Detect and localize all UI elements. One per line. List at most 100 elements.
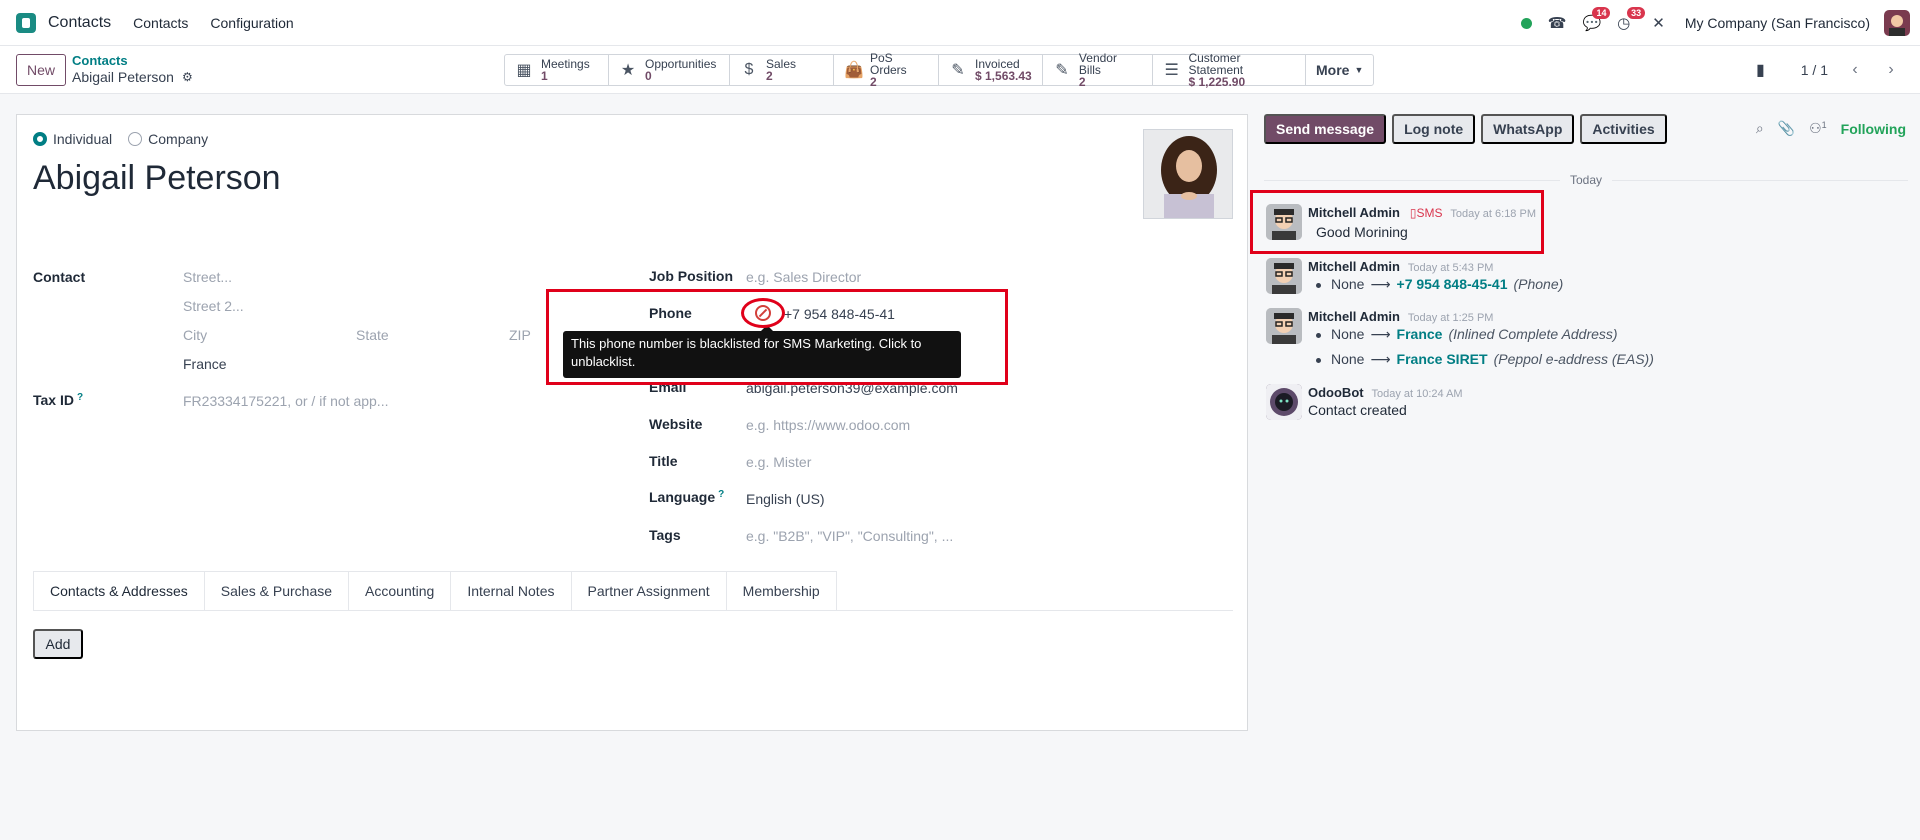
new-value: France SIRET — [1396, 351, 1488, 367]
field-name: (Peppol e-address (EAS)) — [1493, 351, 1654, 367]
top-navbar: Contacts Contacts Configuration ☎ 💬 14 ◷ 3… — [0, 0, 1920, 46]
phone-icon[interactable]: ☎ — [1548, 14, 1567, 32]
radio-company-label[interactable]: Company — [148, 131, 208, 147]
user-avatar[interactable] — [1884, 10, 1910, 36]
tab-partner-assignment[interactable]: Partner Assignment — [571, 571, 727, 611]
message-time: Today at 1:25 PM — [1407, 312, 1494, 324]
following-button[interactable]: Following — [1841, 121, 1906, 137]
chat-badge: 14 — [1592, 7, 1611, 19]
bookmark-icon[interactable]: ▮ — [1756, 60, 1765, 80]
pager-value[interactable]: 1 / 1 — [1801, 62, 1828, 78]
radio-company[interactable] — [128, 132, 143, 146]
pager-prev-icon[interactable]: ‹ — [1846, 61, 1864, 79]
help-icon[interactable]: ? — [77, 392, 83, 403]
tab-divider — [33, 610, 1233, 611]
arrow-right-icon: ⟶ — [1370, 276, 1391, 292]
radio-individual[interactable] — [33, 132, 47, 146]
language-input[interactable]: English (US) — [746, 491, 825, 507]
old-value: None — [1331, 351, 1365, 367]
old-value: None — [1331, 326, 1365, 342]
user-icon: ⚇ — [1809, 120, 1822, 136]
whatsapp-button[interactable]: WhatsApp — [1481, 114, 1575, 144]
website-input[interactable]: e.g. https://www.odoo.com — [746, 417, 910, 433]
message-author[interactable]: Mitchell Admin — [1308, 259, 1400, 274]
message-body: Contact created — [1308, 402, 1407, 418]
activities-button[interactable]: Activities — [1580, 114, 1667, 144]
radio-individual-label[interactable]: Individual — [53, 131, 112, 147]
language-label-text: Language — [649, 489, 716, 505]
city-input[interactable]: City — [183, 327, 207, 343]
tracking-value: None ⟶ +7 954 848-45-41 (Phone) — [1316, 276, 1563, 293]
zip-input[interactable]: ZIP — [509, 327, 531, 343]
contacts-app-icon[interactable] — [16, 12, 36, 33]
author-avatar[interactable] — [1266, 258, 1302, 294]
app-name[interactable]: Contacts — [48, 14, 111, 32]
job-position-input[interactable]: e.g. Sales Director — [746, 269, 861, 285]
stat-label: Customer Statement — [1188, 51, 1244, 77]
stat-customer-statement[interactable]: ☰ Customer Statement $ 1,225.90 — [1153, 51, 1306, 88]
chat-bubble-icon[interactable]: 💬 14 — [1582, 7, 1611, 32]
tracking-value: None ⟶ France (Inlined Complete Address) — [1316, 326, 1618, 343]
gear-icon[interactable]: ⚙ — [182, 68, 193, 86]
tab-membership[interactable]: Membership — [726, 571, 837, 611]
partner-name-field[interactable]: Abigail Peterson — [33, 159, 281, 198]
clock-activity-icon[interactable]: ◷ 33 — [1617, 7, 1646, 32]
tab-sales-purchase[interactable]: Sales & Purchase — [204, 571, 350, 611]
company-type-radio: Individual Company — [33, 131, 218, 147]
new-value: France — [1396, 326, 1443, 342]
pager-next-icon[interactable]: › — [1882, 61, 1900, 79]
street2-input[interactable]: Street 2... — [183, 298, 244, 314]
job-position-label: Job Position — [649, 268, 733, 284]
smart-buttons: ▦ Meetings 1 ★ Opportunities 0 $ Sales 2 👜 PoS … — [504, 51, 1375, 89]
stat-invoiced[interactable]: ✎ Invoiced $ 1,563.43 — [939, 55, 1043, 85]
followers-button[interactable]: ⚇1 — [1809, 120, 1827, 137]
stat-value: 0 — [645, 69, 652, 83]
stat-sales[interactable]: $ Sales 2 — [730, 55, 834, 85]
old-value: None — [1331, 276, 1365, 292]
company-switcher[interactable]: My Company (San Francisco) — [1685, 15, 1870, 31]
state-input[interactable]: State — [356, 327, 389, 343]
stat-value: 2 — [1078, 75, 1086, 89]
tab-internal-notes[interactable]: Internal Notes — [451, 571, 572, 611]
stat-value: 2 — [870, 75, 877, 89]
breadcrumb-contacts[interactable]: Contacts — [72, 54, 193, 68]
contact-label: Contact — [33, 269, 86, 285]
stat-value: $ 1,563.43 — [975, 69, 1032, 83]
new-value: +7 954 848-45-41 — [1396, 276, 1508, 292]
add-contact-button[interactable]: Add — [33, 629, 83, 659]
date-separator-label: Today — [1569, 173, 1603, 187]
title-input[interactable]: e.g. Mister — [746, 454, 811, 470]
log-note-button[interactable]: Log note — [1392, 114, 1476, 144]
paperclip-icon[interactable]: 📎 — [1778, 120, 1795, 137]
field-name: (Inlined Complete Address) — [1448, 326, 1618, 342]
new-button[interactable]: New — [16, 54, 66, 86]
send-message-button[interactable]: Send message — [1264, 114, 1387, 144]
search-icon[interactable]: ⌕ — [1756, 120, 1764, 137]
stat-pos-orders[interactable]: 👜 PoS Orders 2 — [834, 52, 939, 89]
menu-contacts[interactable]: Contacts — [133, 15, 188, 31]
message-header: Mitchell Admin Today at 5:43 PM — [1308, 258, 1493, 274]
arrow-right-icon: ⟶ — [1370, 351, 1391, 367]
taxid-label: Tax ID? — [33, 392, 83, 408]
tags-input[interactable]: e.g. "B2B", "VIP", "Consulting", ... — [746, 528, 953, 544]
taxid-input[interactable]: FR23334175221, or / if not app... — [183, 393, 388, 409]
partner-photo[interactable] — [1143, 129, 1233, 219]
stat-meetings[interactable]: ▦ Meetings 1 — [505, 55, 609, 85]
message-time: Today at 10:24 AM — [1371, 388, 1463, 400]
tab-accounting[interactable]: Accounting — [349, 571, 452, 611]
odoobot-avatar[interactable] — [1266, 384, 1302, 420]
country-input[interactable]: France — [183, 356, 227, 372]
menu-configuration[interactable]: Configuration — [210, 15, 293, 31]
more-dropdown[interactable]: More ▼ — [1306, 55, 1373, 85]
help-icon[interactable]: ? — [718, 489, 724, 500]
message-author[interactable]: OdooBot — [1308, 385, 1364, 400]
author-avatar[interactable] — [1266, 308, 1302, 344]
message-author[interactable]: Mitchell Admin — [1308, 309, 1400, 324]
tools-icon[interactable]: ✕ — [1652, 14, 1665, 32]
stat-vendor-bills[interactable]: ✎ Vendor Bills 2 — [1043, 52, 1153, 89]
street-input[interactable]: Street... — [183, 269, 232, 285]
stat-opportunities[interactable]: ★ Opportunities 0 — [609, 55, 730, 85]
chatter-buttons: Send message Log note WhatsApp Activitie… — [1264, 114, 1667, 144]
title-label: Title — [649, 453, 678, 469]
tab-contacts-addresses[interactable]: Contacts & Addresses — [33, 571, 205, 611]
